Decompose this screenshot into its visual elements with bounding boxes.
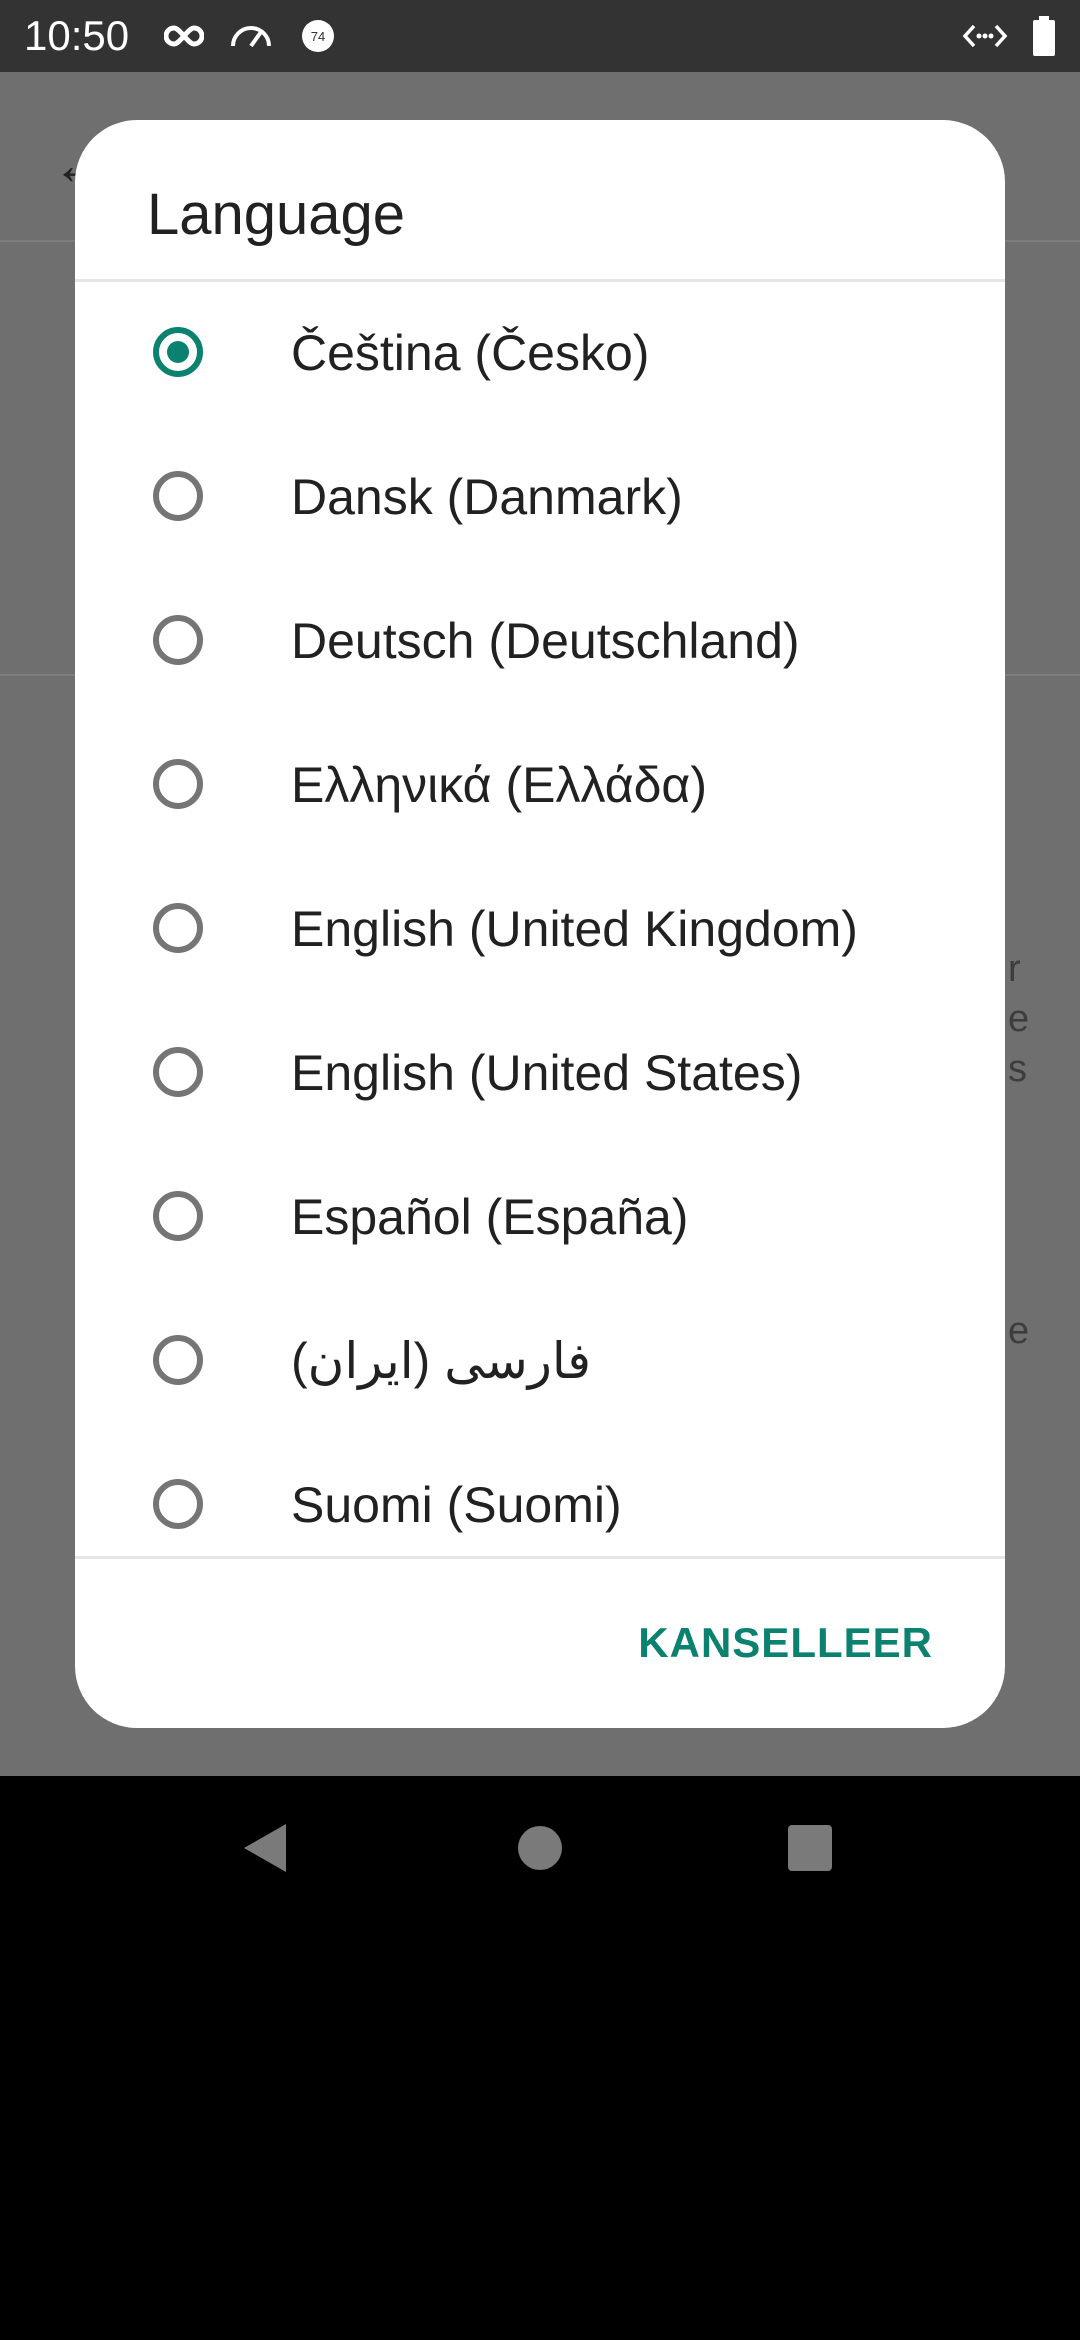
language-option-label: English (United States) — [291, 1045, 803, 1101]
language-option[interactable]: Español (España) — [75, 1146, 1005, 1290]
status-bar: 10:50 74 — [0, 0, 1080, 72]
background-text-fragment: s — [1008, 1048, 1027, 1090]
language-option[interactable]: Ελληνικά (Ελλάδα) — [75, 714, 1005, 858]
speedometer-icon — [231, 26, 271, 48]
language-options-list[interactable]: Čeština (Česko) Dansk (Danmark) Deutsch … — [75, 282, 1005, 1676]
radio-button[interactable] — [153, 759, 203, 809]
language-option-label: English (United Kingdom) — [291, 901, 858, 957]
language-option-label: Dansk (Danmark) — [291, 469, 683, 525]
radio-button-checked[interactable] — [153, 327, 203, 377]
dialog-bottom-divider — [75, 1556, 1005, 1559]
svg-text:74: 74 — [311, 29, 325, 44]
cancel-button[interactable]: KANSELLEER — [638, 1618, 933, 1668]
language-option-label: Čeština (Česko) — [291, 325, 650, 381]
language-option[interactable]: فارسی (ایران) — [75, 1290, 1005, 1434]
radio-button[interactable] — [153, 615, 203, 665]
code-arrows-icon — [962, 24, 1008, 48]
radio-button[interactable] — [153, 1335, 203, 1385]
home-nav-icon[interactable] — [516, 1820, 564, 1876]
radio-button[interactable] — [153, 1047, 203, 1097]
language-option-label: Ελληνικά (Ελλάδα) — [291, 757, 707, 813]
battery-icon — [1033, 16, 1055, 56]
badge-74-icon: 74 — [302, 20, 334, 52]
background-text-fragment: e — [1008, 1310, 1030, 1352]
radio-button[interactable] — [153, 903, 203, 953]
radio-dot — [167, 341, 189, 363]
infinity-icon — [164, 25, 204, 47]
language-option[interactable]: English (United Kingdom) — [75, 858, 1005, 1002]
language-option-label: Suomi (Suomi) — [291, 1477, 622, 1533]
language-option[interactable]: Deutsch (Deutschland) — [75, 570, 1005, 714]
language-option[interactable]: Dansk (Danmark) — [75, 426, 1005, 570]
radio-button[interactable] — [153, 471, 203, 521]
back-nav-icon[interactable] — [240, 1820, 290, 1876]
navigation-bar — [0, 1776, 1080, 1926]
language-option-label: Deutsch (Deutschland) — [291, 613, 800, 669]
language-option-label: فارسی (ایران) — [291, 1333, 592, 1389]
recents-nav-icon[interactable] — [786, 1820, 834, 1876]
radio-button[interactable] — [153, 1191, 203, 1241]
language-option[interactable]: English (United States) — [75, 1002, 1005, 1146]
background-text-fragment: r — [1008, 948, 1021, 990]
language-option-label: Español (España) — [291, 1189, 689, 1245]
dialog-title: Language — [147, 182, 406, 247]
status-time: 10:50 — [24, 12, 130, 59]
radio-button[interactable] — [153, 1479, 203, 1529]
language-dialog: Language Čeština (Česko) Dansk (Danmark)… — [75, 120, 1005, 1728]
language-option[interactable]: Čeština (Česko) — [75, 282, 1005, 426]
background-text-fragment: e — [1008, 998, 1030, 1040]
